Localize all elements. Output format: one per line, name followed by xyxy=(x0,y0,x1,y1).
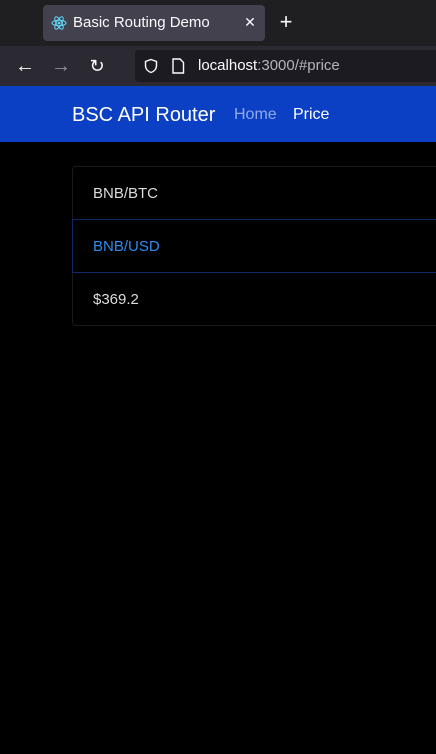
browser-toolbar: ← → ↻ localhost:3000/#price xyxy=(0,46,436,86)
browser-tab[interactable]: Basic Routing Demo ✕ xyxy=(43,5,265,41)
page-icon[interactable] xyxy=(171,58,185,74)
list-item-price-value: $369.2 xyxy=(72,272,436,326)
close-icon[interactable]: ✕ xyxy=(241,13,259,31)
list-item-bnb-usd[interactable]: BNB/USD xyxy=(72,219,436,273)
shield-icon[interactable] xyxy=(143,58,159,74)
list-item-bnb-btc[interactable]: BNB/BTC xyxy=(72,166,436,220)
nav-link-price[interactable]: Price xyxy=(293,105,329,125)
url-path: :3000/#price xyxy=(257,57,340,74)
list-item-label: BNB/USD xyxy=(93,238,160,255)
back-arrow-icon[interactable]: ← xyxy=(15,56,35,76)
nav-link-home[interactable]: Home xyxy=(234,105,277,125)
app-navbar: BSC API Router Home Price xyxy=(0,86,436,142)
price-list: BNB/BTC BNB/USD $369.2 xyxy=(72,166,436,326)
price-value: $369.2 xyxy=(93,291,139,308)
new-tab-icon[interactable]: + xyxy=(276,11,296,33)
url-bar[interactable]: localhost:3000/#price xyxy=(135,50,436,82)
url-text[interactable]: localhost:3000/#price xyxy=(198,57,340,75)
forward-arrow-icon[interactable]: → xyxy=(51,56,71,76)
tab-title: Basic Routing Demo xyxy=(73,14,210,31)
url-host: localhost xyxy=(198,57,258,74)
list-item-label: BNB/BTC xyxy=(93,185,159,202)
react-icon xyxy=(51,16,67,30)
reload-icon[interactable]: ↻ xyxy=(87,56,107,76)
brand-title[interactable]: BSC API Router xyxy=(72,103,215,127)
browser-tab-strip: Basic Routing Demo ✕ + xyxy=(0,0,436,46)
